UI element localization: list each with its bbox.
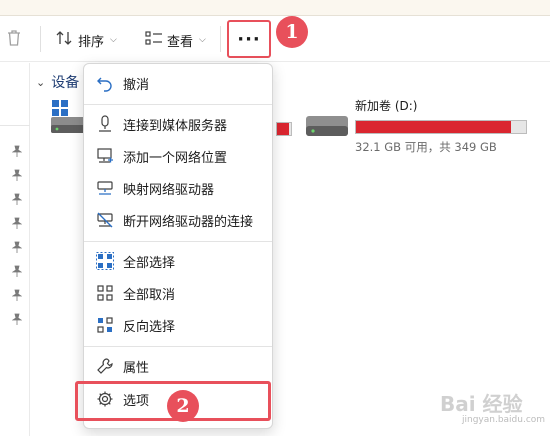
view-label: 查看: [167, 34, 194, 50]
menu-item-add-network-location[interactable]: 添加一个网络位置: [90, 142, 266, 170]
watermark: Bai 经验: [440, 392, 523, 416]
network-location-icon: [97, 148, 113, 163]
wrench-icon: [97, 358, 113, 374]
pin-icon[interactable]: [11, 265, 23, 277]
invert-selection-icon: [97, 317, 113, 333]
menu-item-select-none[interactable]: 全部取消: [90, 279, 266, 307]
drive-d-name: 新加卷 (D:): [355, 99, 418, 113]
pin-icon[interactable]: [11, 241, 23, 253]
media-server-icon: [99, 115, 111, 132]
drive-d-usage-fill: [356, 121, 511, 133]
menu-item-connect-media-server[interactable]: 连接到媒体服务器: [90, 110, 266, 138]
sort-button[interactable]: 排序 ⌵: [56, 30, 117, 50]
pin-icon[interactable]: [11, 193, 23, 205]
pin-icon[interactable]: [11, 145, 23, 157]
menu-separator: [84, 104, 272, 105]
watermark-url: jingyan.baidu.com: [462, 415, 546, 425]
step-badge-1: 1: [276, 16, 308, 48]
chevron-down-icon: ⌵: [110, 35, 117, 45]
undo-icon: [97, 77, 112, 92]
drive-d-capacity: 32.1 GB 可用，共 349 GB: [355, 140, 497, 154]
toolbar-separator: [220, 26, 221, 52]
disconnect-drive-icon: [97, 212, 113, 228]
drive-d-usage-bar: [355, 120, 527, 134]
sort-label: 排序: [78, 34, 105, 50]
pin-icon[interactable]: [11, 313, 23, 325]
delete-icon[interactable]: [6, 29, 22, 51]
sort-icon: [56, 30, 74, 50]
pane-divider: [0, 125, 30, 126]
section-title: 设备: [51, 75, 80, 91]
menu-item-select-all[interactable]: 全部选择: [90, 247, 266, 275]
pin-icon[interactable]: [11, 289, 23, 301]
toolbar-separator: [40, 26, 41, 52]
chevron-down-icon: ⌵: [199, 35, 206, 45]
menu-item-disconnect-network-drive[interactable]: 断开网络驱动器的连接: [90, 206, 266, 234]
drive-c-usage-bar: [276, 122, 292, 136]
more-options-menu: 撤消 连接到媒体服务器 添加一个网络位置 映射网络驱动器 断开网络驱动器的连接 …: [83, 63, 273, 429]
pin-icon[interactable]: [11, 169, 23, 181]
menu-separator: [84, 241, 272, 242]
more-icon: ···: [237, 28, 261, 50]
devices-section-header[interactable]: ⌄ 设备: [36, 72, 79, 92]
view-icon: [145, 30, 163, 50]
view-button[interactable]: 查看 ⌵: [145, 30, 206, 50]
hard-drive-icon: [50, 116, 86, 138]
command-bar: 排序 ⌵ 查看 ⌵ ···: [0, 16, 550, 62]
more-options-button[interactable]: ···: [227, 20, 271, 58]
menu-item-invert-selection[interactable]: 反向选择: [90, 311, 266, 339]
window-top-strip: [0, 0, 550, 16]
navigation-pane: [0, 63, 30, 436]
map-drive-icon: [97, 181, 113, 195]
hard-drive-icon: [305, 115, 349, 141]
menu-item-undo[interactable]: 撤消: [90, 69, 266, 97]
select-none-icon: [97, 285, 113, 301]
drive-c-usage-fill: [277, 123, 290, 135]
chevron-down-icon: ⌄: [36, 75, 46, 89]
step-badge-2: 2: [167, 390, 199, 422]
menu-separator: [84, 346, 272, 347]
menu-item-map-network-drive[interactable]: 映射网络驱动器: [90, 174, 266, 202]
select-all-icon: [96, 252, 114, 270]
pin-icon[interactable]: [11, 217, 23, 229]
menu-item-properties[interactable]: 属性: [90, 352, 266, 380]
